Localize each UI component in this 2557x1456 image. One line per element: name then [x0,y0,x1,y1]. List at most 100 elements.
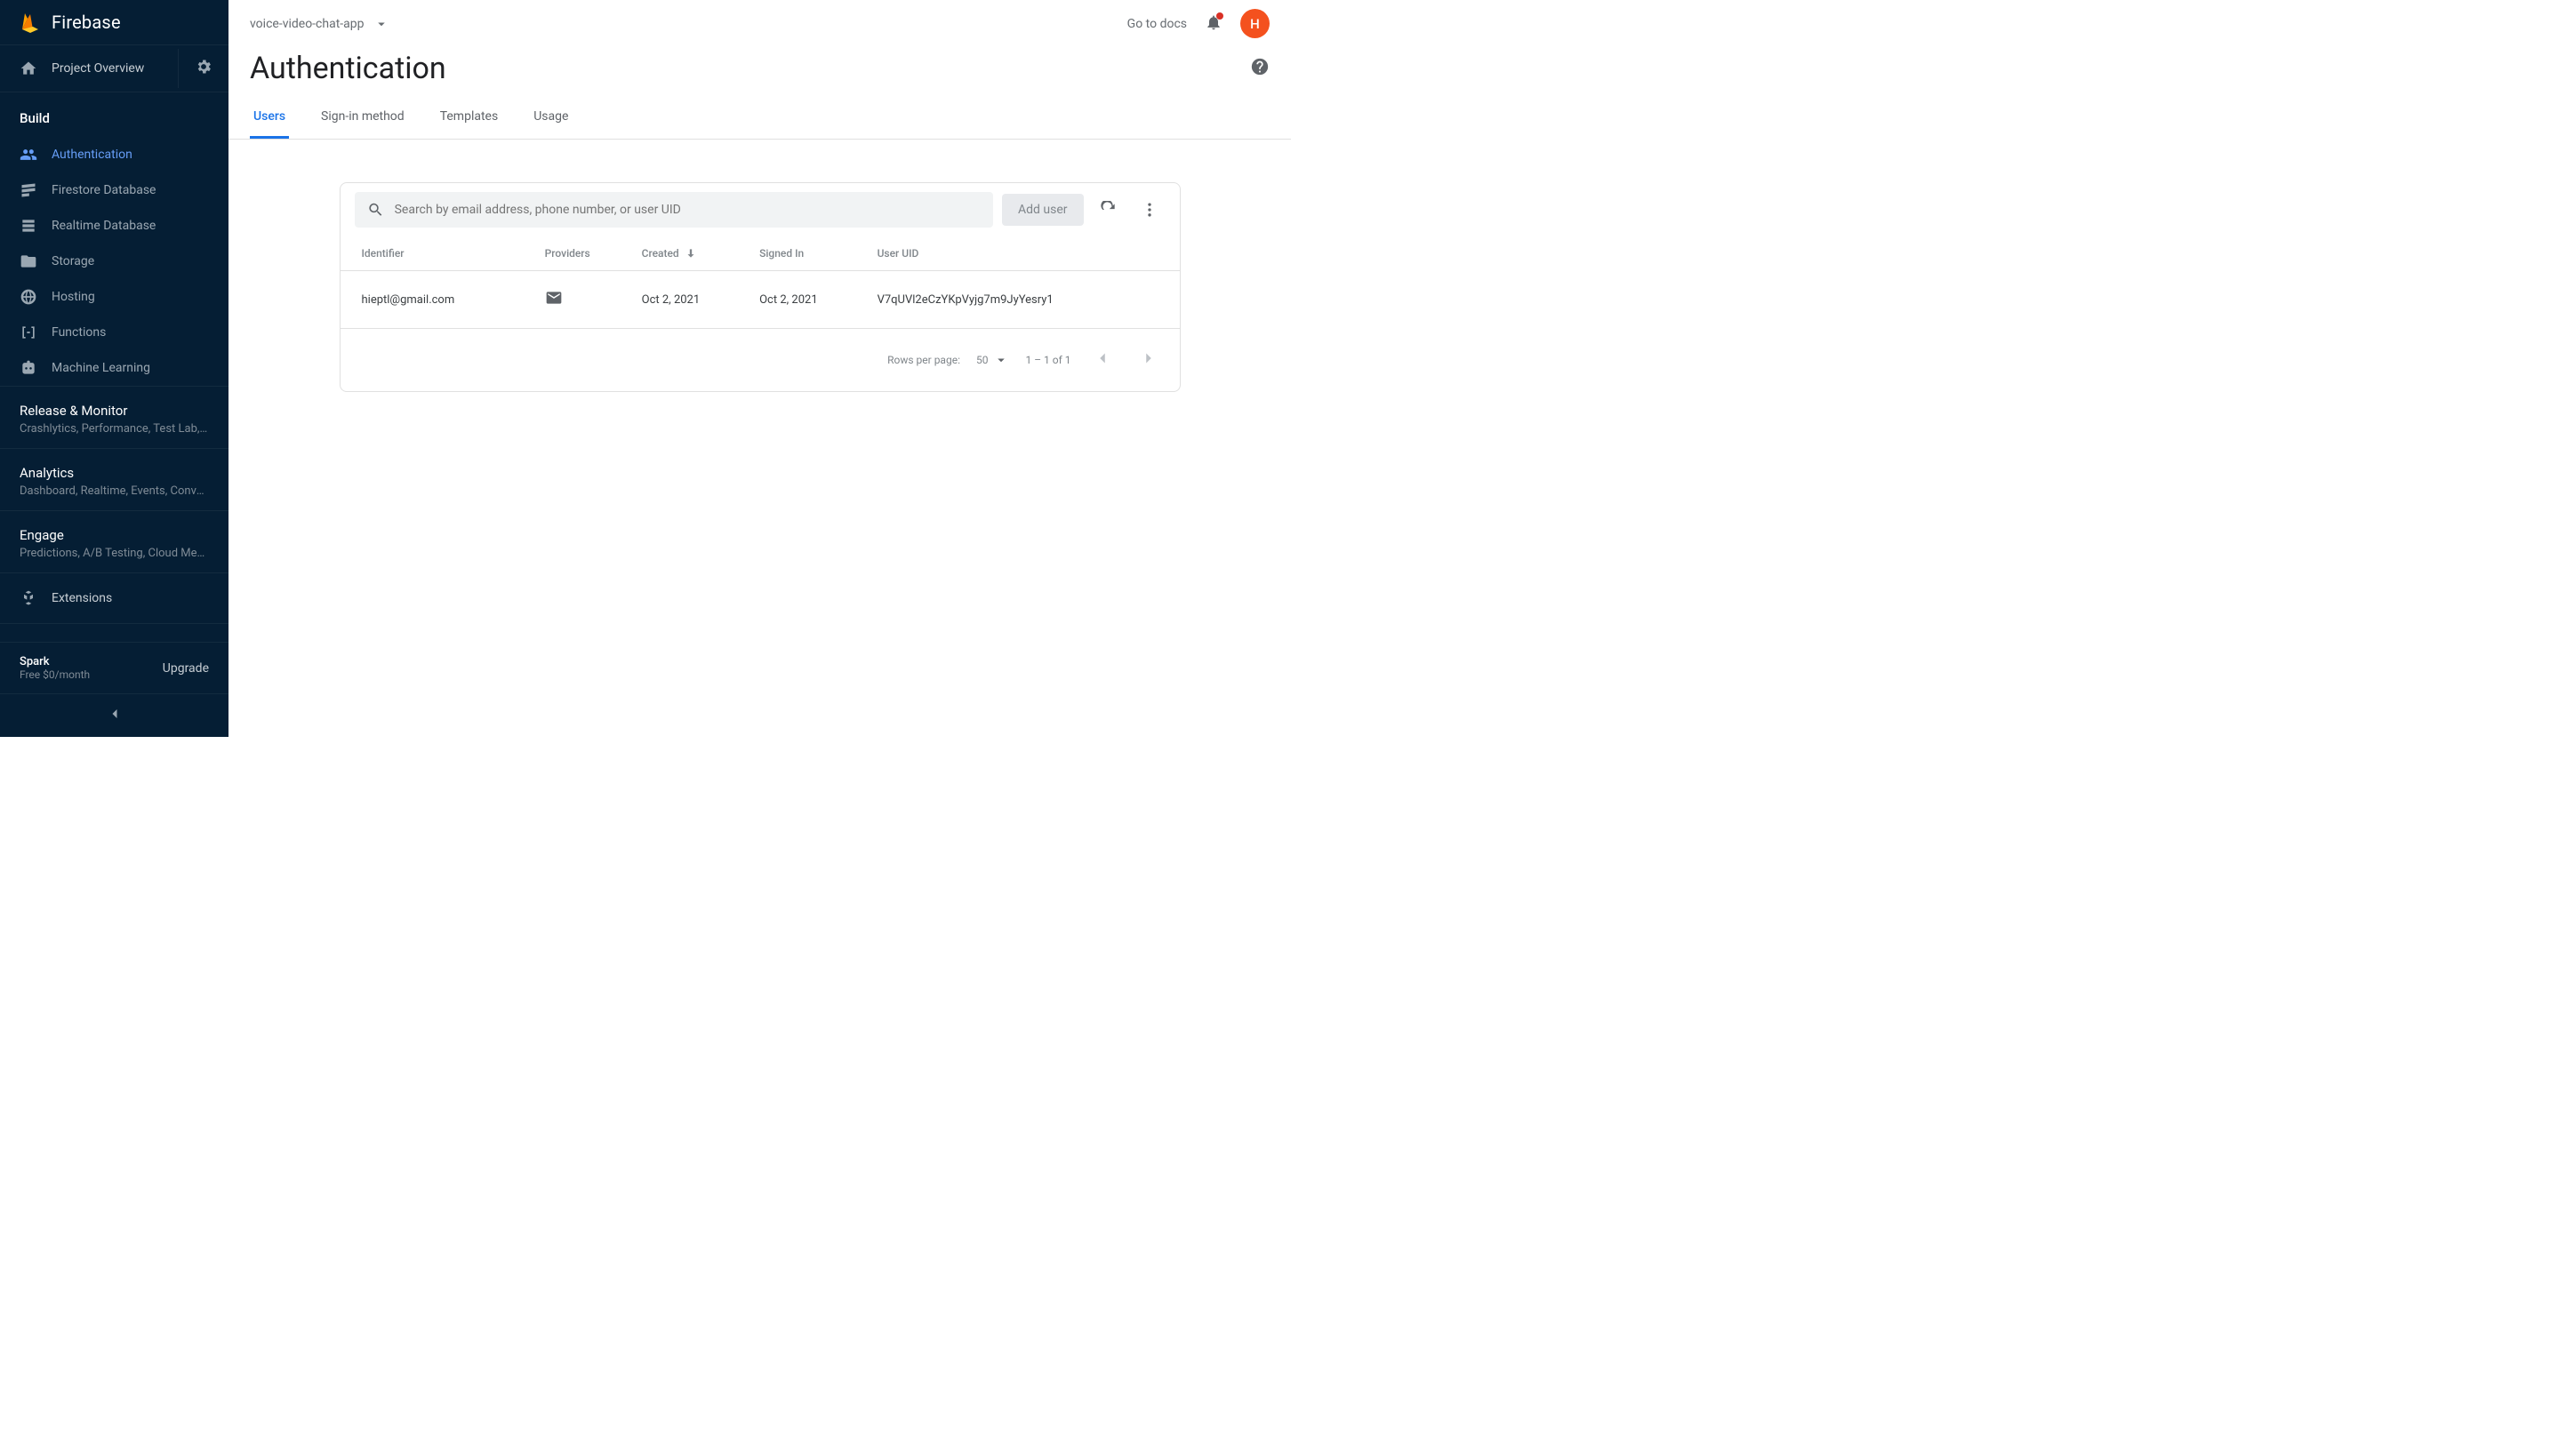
table-row[interactable]: hieptl@gmail.com Oct 2, 2021 Oct 2, 2021… [341,271,1180,329]
cell-created: Oct 2, 2021 [635,271,752,329]
nav-label: Storage [52,254,94,268]
table-header-row: Identifier Providers Created Signed In U… [341,236,1180,271]
help-icon [1250,57,1270,76]
search-box[interactable] [355,192,993,228]
help-button[interactable] [1250,57,1270,80]
prev-page-button[interactable] [1087,343,1118,377]
upgrade-button[interactable]: Upgrade [163,661,209,676]
group-subtitle: Crashlytics, Performance, Test Lab, ... [20,422,209,436]
plan-name: Spark [20,655,90,668]
firebase-logo-icon [20,12,41,33]
extensions-icon [20,589,37,607]
col-user-uid[interactable]: User UID [870,236,1180,271]
nav-ml[interactable]: Machine Learning [0,350,228,386]
database-icon [20,217,37,235]
more-button[interactable] [1134,194,1166,226]
firestore-icon [20,181,37,199]
group-release-monitor[interactable]: Release & Monitor Crashlytics, Performan… [0,386,228,448]
tab-sign-in-method[interactable]: Sign-in method [317,97,408,139]
group-subtitle: Predictions, A/B Testing, Cloud Mes... [20,547,209,560]
col-created[interactable]: Created [635,236,752,271]
group-analytics[interactable]: Analytics Dashboard, Realtime, Events, C… [0,448,228,510]
next-page-button[interactable] [1134,343,1164,377]
refresh-icon [1100,201,1118,219]
logo-row[interactable]: Firebase [0,0,228,45]
brand-name: Firebase [52,12,121,33]
pagination-range: 1 – 1 of 1 [1025,354,1070,366]
nav-label: Functions [52,325,106,340]
card-toolbar: Add user [341,183,1180,236]
notifications-button[interactable] [1205,13,1222,35]
col-created-label: Created [642,247,679,260]
page-head: Authentication [228,47,1291,97]
extensions-label: Extensions [52,591,112,605]
collapse-sidebar-button[interactable] [0,693,228,737]
globe-icon [20,288,37,306]
docs-link[interactable]: Go to docs [1127,17,1187,31]
nav-authentication[interactable]: Authentication [0,137,228,172]
folder-icon [20,252,37,270]
chevron-left-icon [106,705,124,723]
overview-row: Project Overview [0,45,228,92]
add-user-button[interactable]: Add user [1002,194,1084,226]
main: voice-video-chat-app Go to docs H Authen… [228,0,1291,737]
notification-dot [1216,12,1223,20]
robot-icon [20,359,37,377]
chevron-left-icon [1093,348,1112,368]
group-title: Engage [20,527,209,543]
people-icon [20,146,37,164]
rows-per-page-label: Rows per page: [887,354,960,366]
chevron-right-icon [1139,348,1158,368]
dropdown-icon [993,352,1009,368]
top-bar: voice-video-chat-app Go to docs H [228,0,1291,47]
cell-providers [538,271,635,329]
nav-extensions[interactable]: Extensions [0,572,228,624]
group-engage[interactable]: Engage Predictions, A/B Testing, Cloud M… [0,510,228,572]
page-title: Authentication [250,51,446,86]
plan-price: Free $0/month [20,668,90,681]
group-subtitle: Dashboard, Realtime, Events, Conve... [20,484,209,498]
search-icon [367,201,384,219]
dropdown-icon[interactable] [373,16,389,32]
table-footer: Rows per page: 50 1 – 1 of 1 [341,329,1180,391]
col-signed-in[interactable]: Signed In [752,236,870,271]
nav-functions[interactable]: Functions [0,315,228,350]
refresh-button[interactable] [1093,194,1125,226]
email-icon [545,289,563,307]
sidebar: Firebase Project Overview Build Authenti… [0,0,228,737]
nav-label: Machine Learning [52,361,150,375]
search-input[interactable] [395,203,981,217]
project-name[interactable]: voice-video-chat-app [250,17,365,31]
nav-label: Realtime Database [52,219,156,233]
user-avatar[interactable]: H [1240,9,1270,38]
rows-per-page-value: 50 [976,354,989,366]
tabs: Users Sign-in method Templates Usage [228,97,1291,140]
nav-realtime-db[interactable]: Realtime Database [0,208,228,244]
cell-signed-in: Oct 2, 2021 [752,271,870,329]
project-overview-link[interactable]: Project Overview [0,45,178,92]
gear-icon [195,58,212,76]
rows-per-page-select[interactable]: 50 [976,352,1010,368]
nav-label: Hosting [52,290,95,304]
users-card: Add user Identifier Providers Created [340,182,1181,392]
col-identifier[interactable]: Identifier [341,236,538,271]
build-heading: Build [0,92,228,137]
overview-label: Project Overview [52,61,144,76]
cell-identifier: hieptl@gmail.com [341,271,538,329]
more-vert-icon [1141,201,1158,219]
tab-usage[interactable]: Usage [530,97,572,139]
tab-templates[interactable]: Templates [437,97,502,139]
nav-label: Authentication [52,148,132,162]
plan-row: Spark Free $0/month Upgrade [0,642,228,693]
group-title: Analytics [20,465,209,481]
project-settings-button[interactable] [178,49,228,88]
arrow-down-icon [685,247,697,260]
nav-label: Firestore Database [52,183,156,197]
functions-icon [20,324,37,341]
nav-firestore[interactable]: Firestore Database [0,172,228,208]
col-providers[interactable]: Providers [538,236,635,271]
nav-storage[interactable]: Storage [0,244,228,279]
tab-users[interactable]: Users [250,97,289,139]
users-table: Identifier Providers Created Signed In U… [341,236,1180,329]
nav-hosting[interactable]: Hosting [0,279,228,315]
